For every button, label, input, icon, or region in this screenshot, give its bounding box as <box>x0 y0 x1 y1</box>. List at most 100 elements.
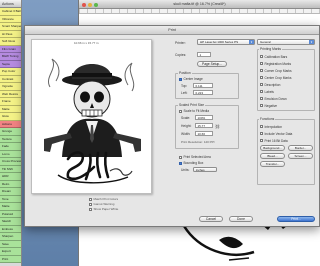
copies-input[interactable]: 1 <box>197 52 211 57</box>
action-item[interactable]: Vignette <box>0 83 21 91</box>
action-item[interactable]: Actions <box>0 120 21 128</box>
action-item[interactable]: Matte <box>0 203 21 211</box>
action-item[interactable]: Vibrance <box>0 15 21 23</box>
printer-select[interactable]: HP LaserJet 1000 Series PS ▾ <box>197 39 255 45</box>
action-item[interactable]: Sharpen <box>0 233 21 241</box>
link-icon[interactable]: ⛓ <box>215 124 220 129</box>
action-item[interactable]: Print <box>0 255 21 263</box>
function-button[interactable]: Bleed... <box>260 153 285 159</box>
printer-label: Printer: <box>175 41 186 45</box>
minimize-window-icon[interactable] <box>88 2 92 7</box>
option-checkbox[interactable]: Interpolation <box>260 123 314 130</box>
option-checkbox[interactable]: Center Crop Marks <box>260 74 314 81</box>
options-category-select[interactable]: General ▾ <box>257 39 315 45</box>
units-label: Units: <box>181 168 190 172</box>
action-item[interactable]: Smart Sharpen <box>0 23 21 31</box>
option-checkbox[interactable]: Corner Crop Marks <box>260 67 314 74</box>
action-item[interactable]: Tone <box>0 195 21 203</box>
checkbox-unchecked-icon <box>260 83 263 86</box>
checkbox-unchecked-icon <box>179 109 182 113</box>
action-item[interactable]: Grunge <box>0 128 21 136</box>
option-checkbox[interactable]: Emulsion Down <box>260 95 314 102</box>
print-settings-pane: Printer: HP LaserJet 1000 Series PS ▾ Co… <box>175 39 255 189</box>
action-item[interactable]: Tilt Shift <box>0 165 21 173</box>
width-input[interactable]: 10.66 <box>195 131 213 136</box>
option-label: Interpolation <box>264 124 283 129</box>
function-button[interactable]: Background... <box>260 145 285 151</box>
document-title: skull mafia.tif @ 16.7% (Crea/8*) <box>173 2 226 6</box>
printing-marks-list: Calibration Bars Registration Marks Corner… <box>260 53 314 109</box>
checkbox-unchecked-icon <box>89 197 92 201</box>
action-item[interactable]: Emboss <box>0 225 21 233</box>
action-item[interactable]: Contrast <box>0 75 21 83</box>
close-window-icon[interactable] <box>82 2 86 7</box>
functions-title: Functions <box>259 117 276 121</box>
center-image-checkbox[interactable]: Center Image <box>179 77 203 81</box>
preview-option-checkbox[interactable]: Gamut Warning <box>89 202 114 206</box>
option-checkbox[interactable]: Negative <box>260 102 314 109</box>
action-item[interactable]: Cross Process <box>0 158 21 166</box>
top-label: Top: <box>181 84 188 88</box>
action-item[interactable]: Pop Color <box>0 68 21 76</box>
option-checkbox[interactable]: Calibration Bars <box>260 53 314 60</box>
action-item[interactable]: Frame <box>0 98 21 106</box>
done-button[interactable]: Done <box>229 216 253 222</box>
actions-list: Cabinet 3 Ball Vibrance Smart Sharpen Hi Pa… <box>0 8 21 263</box>
function-button[interactable]: Transfer... <box>260 161 285 167</box>
position-group-title: Position <box>178 71 192 75</box>
scale-to-fit-label: Scale to Fit Media <box>183 109 210 113</box>
preview-option-checkbox[interactable]: Show Paper White <box>89 207 118 211</box>
action-item[interactable]: Texture <box>0 135 21 143</box>
checkbox-unchecked-icon <box>260 69 263 72</box>
scale-to-fit-checkbox[interactable]: Scale to Fit Media <box>179 109 209 113</box>
print-button[interactable]: Print... <box>277 216 315 222</box>
action-item[interactable]: Fade <box>0 143 21 151</box>
action-item[interactable]: Retro <box>0 180 21 188</box>
option-checkbox[interactable]: Print 16 Bit Data <box>260 137 314 144</box>
action-item[interactable]: Dream <box>0 188 21 196</box>
action-item[interactable]: Lomo <box>0 150 21 158</box>
units-value: inches <box>196 168 205 172</box>
option-checkbox[interactable]: Include Vector Data <box>260 130 314 137</box>
zoom-window-icon[interactable] <box>94 2 98 7</box>
top-input[interactable]: 0.111 <box>193 83 213 88</box>
action-item[interactable]: HDR <box>0 173 21 181</box>
preview-option-checkbox[interactable]: Match Print Colors <box>89 197 118 201</box>
action-item[interactable]: Export <box>0 248 21 256</box>
action-item[interactable]: Hi Pass <box>0 30 21 38</box>
print-dialog-title: Print <box>25 26 319 35</box>
action-item[interactable]: Save <box>0 240 21 248</box>
action-item[interactable]: Web Resize <box>0 90 21 98</box>
option-label: Negative <box>264 103 278 108</box>
option-checkbox[interactable]: Registration Marks <box>260 60 314 67</box>
preview-option-label: Match Print Colors <box>93 197 119 201</box>
height-input[interactable]: 15.77 <box>195 123 213 128</box>
units-select[interactable]: inches <box>193 167 217 172</box>
print-selected-area-checkbox[interactable]: Print Selected Area <box>179 155 211 159</box>
action-item[interactable]: B&W Toning <box>0 53 21 61</box>
scale-input[interactable]: 100% <box>195 115 213 120</box>
option-checkbox[interactable]: Labels <box>260 88 314 95</box>
function-button[interactable]: Border... <box>288 145 313 151</box>
page-setup-button[interactable]: Page Setup... <box>197 61 227 67</box>
copies-label: Copies: <box>175 53 187 57</box>
action-item[interactable]: Cabinet 3 Ball <box>0 8 21 16</box>
action-item[interactable]: Sketch <box>0 218 21 226</box>
action-item[interactable]: Matte <box>0 105 21 113</box>
option-checkbox[interactable]: Description <box>260 81 314 88</box>
action-item[interactable]: Polaroid <box>0 210 21 218</box>
cancel-button[interactable]: Cancel <box>199 216 223 222</box>
checkbox-unchecked-icon <box>179 155 182 159</box>
action-item[interactable]: Glow <box>0 113 21 121</box>
option-label: Center Crop Marks <box>264 75 292 80</box>
option-label: Print 16 Bit Data <box>264 138 288 143</box>
function-button[interactable]: Screen... <box>288 153 313 159</box>
actions-panel-title: Actions <box>0 0 21 8</box>
left-input[interactable]: 0.223 <box>193 90 213 95</box>
checkbox-unchecked-icon <box>260 132 263 135</box>
bounding-box-checkbox[interactable]: Bounding Box <box>179 161 203 165</box>
document-titlebar: skull mafia.tif @ 16.7% (Crea/8*) <box>79 0 320 9</box>
action-item[interactable]: Sepia <box>0 60 21 68</box>
action-item[interactable]: Film Grain <box>0 45 21 53</box>
action-item[interactable]: Soft Glow <box>0 38 21 46</box>
